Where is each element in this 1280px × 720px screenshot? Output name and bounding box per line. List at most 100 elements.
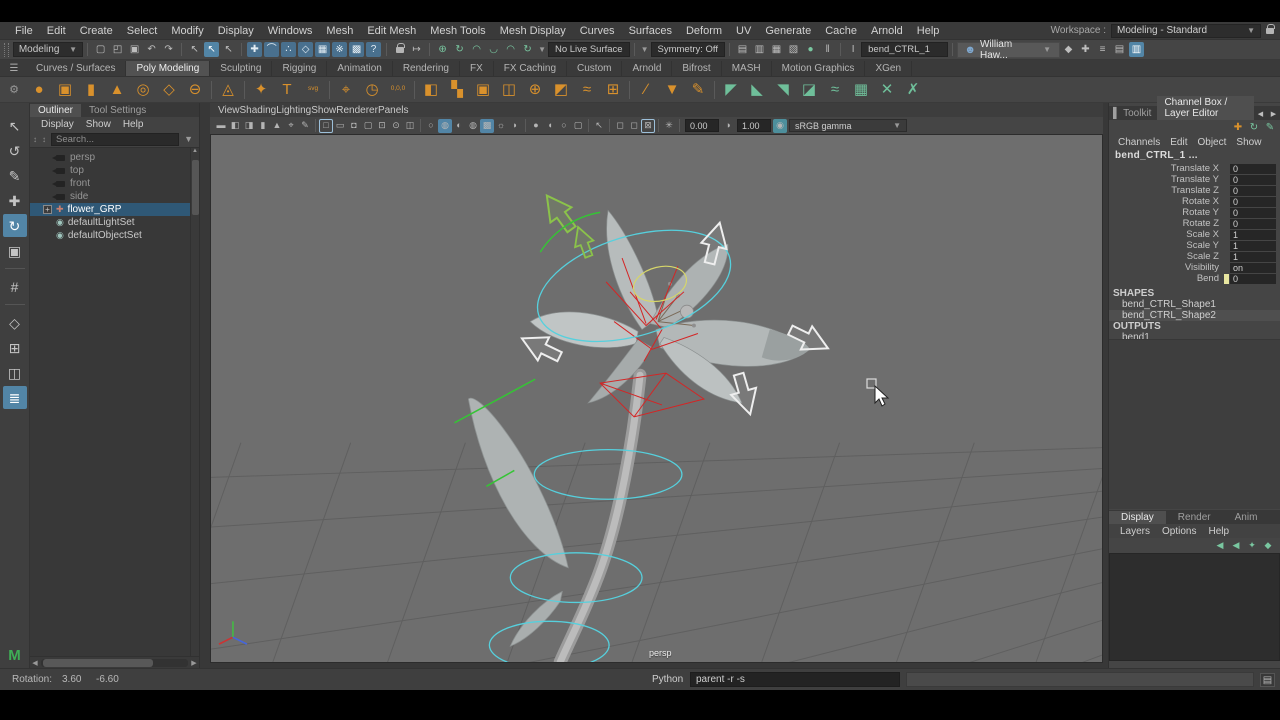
menu-modify[interactable]: Modify	[164, 25, 210, 37]
open-scene-icon[interactable]: ◰	[110, 42, 125, 57]
new-layer-from-selected-icon[interactable]: ◆	[1261, 539, 1275, 552]
live-surface-toggle-icon[interactable]: ↻	[452, 42, 467, 57]
menu-mesh-display[interactable]: Mesh Display	[493, 25, 573, 37]
scroll-left-icon[interactable]: ◀	[30, 659, 40, 667]
move-tool-icon[interactable]: ✚	[3, 189, 27, 212]
wireframe-icon[interactable]: □	[319, 118, 333, 133]
2d-pan-zoom-icon[interactable]: ⌖	[284, 119, 298, 133]
smooth-icon[interactable]: ≈	[575, 79, 599, 101]
live-surface-field[interactable]: No Live Surface	[547, 42, 630, 57]
tab-tool-settings[interactable]: Tool Settings	[81, 104, 154, 117]
platonic-solid-icon[interactable]: ◬	[216, 79, 240, 101]
construction-history-icon[interactable]: ⊕	[435, 42, 450, 57]
textured-icon[interactable]: ◐	[452, 119, 466, 133]
bounding-box-icon[interactable]: ⊡	[375, 119, 389, 133]
scrollbar-track[interactable]	[41, 658, 188, 667]
scale-tool-icon[interactable]: ▣	[3, 239, 27, 262]
quad-draw-icon[interactable]: ◤	[719, 79, 743, 101]
tab-custom[interactable]: Custom	[567, 61, 623, 76]
exposure-frame-icon[interactable]: ⊠	[641, 118, 655, 133]
scroll-right-icon[interactable]: ▶	[189, 659, 199, 667]
reset-transform-icon[interactable]: ◷	[360, 79, 384, 101]
gamma-icon[interactable]: ◑	[721, 119, 735, 133]
layout-two-pane-icon[interactable]: ◫	[3, 361, 27, 384]
pause-viewport-icon[interactable]: ‖	[820, 42, 835, 57]
rotate-tool-icon[interactable]: ↻	[2, 214, 27, 237]
menu-create[interactable]: Create	[73, 25, 120, 37]
menu-arnold[interactable]: Arnold	[864, 25, 910, 37]
snap-view-plane-icon[interactable]: ▦	[315, 42, 331, 57]
stem[interactable]	[553, 368, 647, 662]
menu-renderer[interactable]: Renderer	[336, 105, 378, 116]
expand-icon[interactable]: +	[43, 205, 52, 214]
field-guides-icon[interactable]: ✳	[662, 119, 676, 133]
viewport-3d-scene[interactable]	[211, 135, 1102, 662]
channel-row-rotate-y[interactable]: Rotate Y 0	[1109, 207, 1276, 218]
channel-value[interactable]: 0	[1230, 163, 1276, 174]
snap-grid-icon[interactable]: ✚	[247, 42, 263, 57]
toolbar-grip[interactable]	[4, 42, 9, 57]
chevron-down-icon[interactable]: ▼	[538, 45, 546, 54]
menu-surfaces[interactable]: Surfaces	[622, 25, 679, 37]
search-input[interactable]: Search...	[51, 132, 180, 146]
points-icon[interactable]: ⊙	[389, 119, 403, 133]
grease-pencil-icon[interactable]: ✎	[298, 119, 312, 133]
vertical-scrollbar[interactable]: ▲	[190, 148, 199, 656]
curve-snap-a-icon[interactable]: ◠	[469, 42, 484, 57]
absolute-relative-toggle-icon[interactable]: I	[846, 42, 860, 57]
joint-tool-icon[interactable]: ⌖	[334, 79, 358, 101]
multi-cut-icon[interactable]: ∕	[634, 79, 658, 101]
snap-point-icon[interactable]: ∴	[281, 42, 297, 57]
menu-display[interactable]: Display	[36, 119, 79, 130]
zero-pivot-icon[interactable]: 0,0,0	[386, 79, 410, 101]
target-weld-icon[interactable]: ▼	[660, 79, 684, 101]
outliner-item-side[interactable]: side	[30, 190, 199, 203]
type-tool-icon[interactable]: T	[275, 79, 299, 101]
snap-curve-icon[interactable]: ⌒	[264, 42, 280, 57]
xray-joints-icon[interactable]: ◻	[627, 119, 641, 133]
channel-row-translate-z[interactable]: Translate Z 0	[1109, 185, 1276, 196]
poly-cone-icon[interactable]: ▲	[105, 79, 129, 101]
mesh-cube-icon[interactable]: ◪	[797, 79, 821, 101]
select-component-icon[interactable]: ↖	[221, 42, 236, 57]
uv-view-icon[interactable]: ◫	[403, 119, 417, 133]
tab-mash[interactable]: MASH	[722, 61, 772, 76]
tab-sculpting[interactable]: Sculpting	[210, 61, 273, 76]
menu-mesh-tools[interactable]: Mesh Tools	[423, 25, 492, 37]
separate-icon[interactable]: ◫	[497, 79, 521, 101]
channel-value[interactable]: 0	[1230, 196, 1276, 207]
select-camera-icon[interactable]: ▬	[214, 119, 228, 133]
layout-four-pane-icon[interactable]: ⊞	[3, 336, 27, 359]
shape-item-bend-ctrl-shape2[interactable]: bend_CTRL_Shape2	[1109, 310, 1280, 321]
menu-help[interactable]: Help	[1203, 526, 1234, 537]
lock-selection-icon[interactable]	[392, 42, 407, 57]
tab-anim[interactable]: Anim	[1223, 511, 1270, 524]
tab-render[interactable]: Render	[1166, 511, 1223, 524]
menu-uv[interactable]: UV	[729, 25, 758, 37]
snap-together-icon[interactable]: ▩	[349, 42, 365, 57]
new-scene-icon[interactable]: ▢	[93, 42, 108, 57]
menu-panels[interactable]: Panels	[378, 105, 409, 116]
selected-node-name[interactable]: bend_CTRL_1 ...	[1115, 150, 1198, 161]
tab-outliner[interactable]: Outliner	[30, 104, 82, 117]
layer-move-down-icon[interactable]: ◀	[1229, 539, 1243, 552]
depth-of-field-icon[interactable]: ▢	[571, 119, 585, 133]
tab-channel-box[interactable]: Channel Box / Layer Editor	[1157, 96, 1254, 120]
highlight-selection-icon[interactable]: ↦	[409, 42, 424, 57]
curve-snap-c-icon[interactable]: ◠	[503, 42, 518, 57]
channel-row-visibility[interactable]: Visibility on	[1109, 262, 1276, 273]
script-editor-icon[interactable]: ▤	[1260, 673, 1275, 687]
outliner-item-defaultobjectset[interactable]: ◉ defaultObjectSet	[30, 229, 199, 242]
modeling-toolkit-tool-icon[interactable]: #	[3, 275, 27, 298]
tab-fx[interactable]: FX	[460, 61, 494, 76]
layout-single-pane-icon[interactable]: ◇	[3, 311, 27, 334]
gear-icon[interactable]: ⚙	[2, 83, 26, 96]
scrollbar-thumb[interactable]	[192, 160, 199, 215]
channel-value[interactable]: 0	[1230, 185, 1276, 196]
material-override-icon[interactable]: ◍	[466, 119, 480, 133]
sort-icon[interactable]: ↕	[42, 135, 49, 144]
tool-settings-toggle-icon[interactable]: ▤	[1112, 42, 1127, 57]
menu-cache[interactable]: Cache	[818, 25, 864, 37]
menu-show[interactable]: Show	[81, 119, 116, 130]
menu-select[interactable]: Select	[120, 25, 165, 37]
